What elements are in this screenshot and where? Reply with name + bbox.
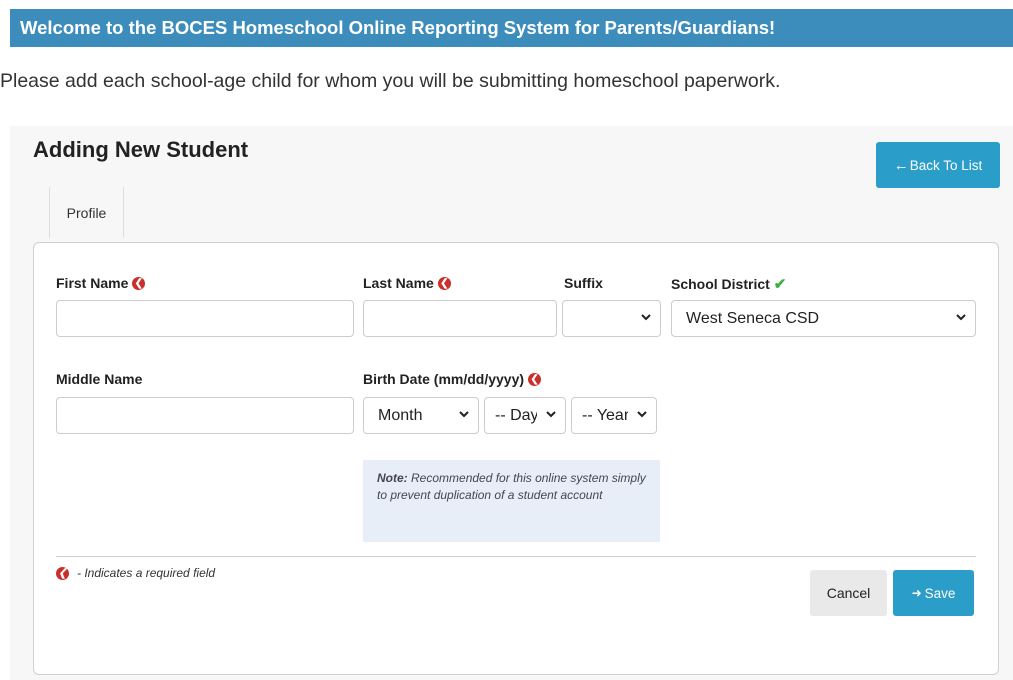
suffix-label-text: Suffix: [564, 275, 603, 291]
back-to-list-button[interactable]: ← Back To List: [876, 142, 1000, 188]
birth-year-select[interactable]: -- Year: [571, 397, 657, 434]
last-name-label-text: Last Name: [363, 275, 434, 291]
required-legend-text: - Indicates a required field: [77, 566, 216, 580]
suffix-select[interactable]: [562, 300, 661, 337]
chevron-down-icon: [546, 411, 556, 418]
circle-arrow-left-icon: ❮: [528, 372, 542, 386]
tab-profile-label: Profile: [66, 204, 107, 221]
middle-name-label-text: Middle Name: [56, 371, 143, 387]
school-district-select[interactable]: West Seneca CSD: [671, 300, 976, 337]
chevron-down-icon: [459, 411, 469, 418]
suffix-label: Suffix: [564, 275, 603, 291]
middle-name-input[interactable]: [56, 397, 354, 434]
school-district-label-text: School District: [671, 276, 770, 292]
chevron-down-icon: [956, 314, 966, 321]
cancel-button[interactable]: Cancel: [810, 570, 887, 616]
tab-profile[interactable]: Profile: [49, 187, 124, 238]
middle-name-label: Middle Name: [56, 371, 142, 387]
birth-day-selected-value: -- Day: [495, 406, 537, 424]
welcome-banner: Welcome to the BOCES Homeschool Online R…: [10, 9, 1013, 47]
last-name-label: Last Name ❮: [363, 275, 451, 291]
last-name-input[interactable]: [363, 300, 557, 337]
required-legend: ❮ - Indicates a required field: [56, 566, 215, 580]
birth-date-label-text: Birth Date (mm/dd/yyyy): [363, 371, 525, 387]
page-title: Adding New Student: [33, 137, 249, 162]
birth-month-selected-value: Month: [378, 406, 423, 424]
circle-arrow-left-icon: ❮: [56, 566, 69, 580]
school-district-label: School District ✔: [671, 275, 786, 293]
form-divider: [56, 556, 976, 557]
back-to-list-label: Back To List: [909, 157, 983, 173]
checkmark-icon: ✔: [773, 276, 787, 293]
first-name-label: First Name ❮: [56, 275, 146, 291]
birth-month-select[interactable]: Month: [363, 397, 479, 434]
first-name-label-text: First Name: [56, 275, 129, 291]
arrow-left-icon: ←: [893, 156, 909, 174]
chevron-down-icon: [637, 411, 647, 418]
circle-arrow-left-icon: ❮: [437, 276, 451, 290]
chevron-down-icon: [641, 314, 651, 321]
circle-arrow-left-icon: ❮: [132, 276, 146, 290]
sign-in-icon: ➜: [911, 586, 922, 600]
save-button[interactable]: ➜ Save: [893, 570, 974, 616]
birth-day-select[interactable]: -- Day: [484, 397, 566, 434]
birth-date-label: Birth Date (mm/dd/yyyy) ❮: [363, 371, 542, 387]
birth-year-selected-value: -- Year: [582, 406, 628, 424]
save-label: Save: [924, 585, 956, 601]
cancel-label: Cancel: [826, 585, 871, 601]
first-name-input[interactable]: [56, 300, 354, 337]
intro-text: Please add each school-age child for who…: [0, 70, 781, 92]
birth-date-note: Note: Recommended for this online system…: [363, 460, 660, 542]
welcome-banner-text: Welcome to the BOCES Homeschool Online R…: [20, 17, 776, 38]
school-district-selected-value: West Seneca CSD: [686, 309, 820, 327]
note-text: Recommended for this online system simpl…: [377, 471, 646, 502]
note-prefix: Note:: [377, 471, 408, 485]
